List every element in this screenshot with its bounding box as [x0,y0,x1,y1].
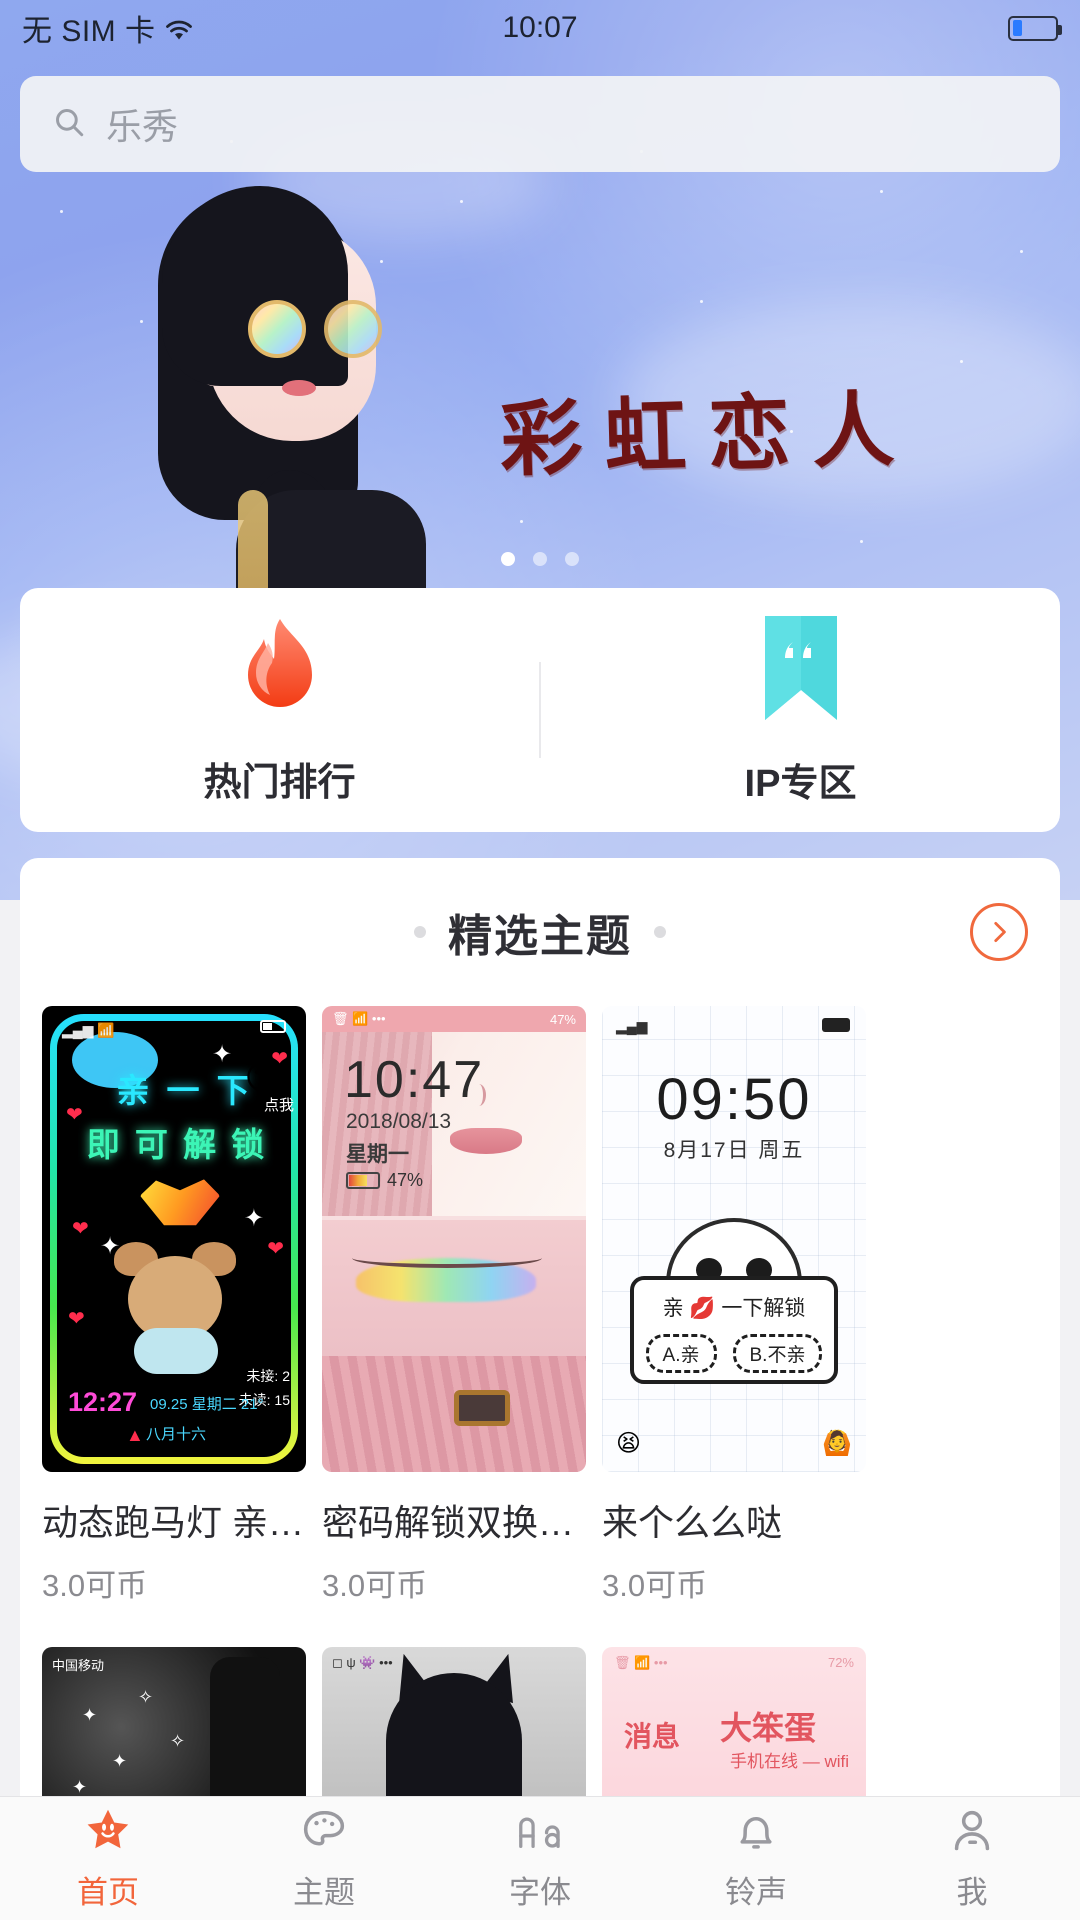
theme-thumbnail[interactable]: 🗑 📶 ••• 47% 10:47 2018/08/13 星期一 47% [322,1006,586,1472]
theme-title: 密码解锁双换图... [322,1502,586,1543]
theme-title: 来个么么哒 [602,1502,783,1543]
thumb-nickname: 大笨蛋 [720,1710,817,1746]
thumb-status-icons: ◻ ψ 👾 ••• [332,1655,393,1670]
shortcut-label: IP专区 [744,762,857,805]
search-icon [52,105,86,144]
thumb-status-left: 🗑 📶 ••• [332,1011,386,1026]
tab-label: 首页 [77,1875,139,1910]
thumb-subtitle: 手机在线 — wifi [730,1752,849,1771]
bear-mascot-decor [112,1242,238,1374]
banner-dot[interactable] [565,552,579,566]
featured-grid: ▂▄▆ 📶 亲 一 下 😘 点我 即 可 解 锁 ❤ ❤ ❤ ❤ ❤ ✦ ✦ ✦ [20,1006,1060,1847]
thumb-clock: 10:47 [344,1051,485,1109]
thumb-battery-row: 47% [346,1170,423,1191]
thumb-date: 8月17日 周五 [663,1139,805,1162]
section-dot-right [654,926,666,938]
search-input[interactable]: 乐秀 [106,98,178,150]
tab-label: 铃声 [725,1875,787,1910]
bottom-tab-bar: 首页 主题 字体 铃声 我 [0,1796,1080,1920]
theme-thumbnail[interactable]: ▂▄▆ 09:50 8月17日 周五 亲 💋 一下解锁 A.亲 B.不亲 😫 🙆 [602,1006,866,1472]
featured-themes-card: 精选主题 ▂▄▆ 📶 亲 一 下 😘 点我 即 可 解 锁 ❤ ❤ ❤ ❤ ❤ … [20,858,1060,1848]
banner-title: 彩虹恋人 [499,384,918,487]
thumb-dialog-options: A.亲 B.不亲 [634,1334,834,1373]
thumb-dialog-text: 亲 💋 一下解锁 [662,1297,806,1320]
thumb-clock: 09:50 [656,1067,812,1132]
bell-icon [730,1805,782,1857]
bookmark-quote-icon [759,614,843,724]
thumb-status-bar: 🗑 📶 ••• 47% [322,1006,586,1032]
shortcut-hot-ranking[interactable]: 热门排行 [20,615,539,806]
thumb-date: 2018/08/13 [346,1110,452,1133]
thumb-tap-label: 点我 [263,1097,294,1114]
theme-title: 动态跑马灯 亲亲... [42,1502,306,1543]
thumb-missed: 未接: 2 [246,1368,290,1384]
palette-icon [298,1805,350,1857]
tab-label: 字体 [509,1875,571,1910]
thumb-dialog: 亲 💋 一下解锁 A.亲 B.不亲 [630,1276,838,1384]
tab-label: 我 [956,1875,988,1910]
theme-tile[interactable]: ▂▄▆ 📶 亲 一 下 😘 点我 即 可 解 锁 ❤ ❤ ❤ ❤ ❤ ✦ ✦ ✦ [42,1006,306,1605]
theme-price: 3.0可币 [322,1568,428,1603]
star-face-icon [82,1805,134,1857]
theme-tile[interactable]: 🗑 📶 ••• 47% 10:47 2018/08/13 星期一 47% 密码解… [322,1006,586,1605]
status-bar: 无 SIM 卡 10:07 [0,0,1080,56]
search-bar[interactable]: 乐秀 [20,76,1060,172]
tab-themes[interactable]: 主题 [216,1805,432,1912]
thumb-battery-icon [260,1020,286,1033]
tab-fonts[interactable]: 字体 [432,1805,648,1912]
banner-dot[interactable] [533,552,547,566]
rainbow-glasses-icon [248,300,388,360]
battery-icon [1008,15,1062,41]
shortcut-ip-zone[interactable]: IP专区 [541,614,1060,807]
tab-label: 主题 [293,1875,355,1910]
thumb-status-pct: 47% [549,1011,576,1027]
thumb-status-icons: ▂▄▆ [616,1018,648,1034]
thumb-option-b[interactable]: B.不亲 [732,1334,823,1373]
person-icon [946,1805,998,1857]
thumb-lunar: 八月十六 [146,1426,207,1443]
thumb-date: 09.25 星期二 21° [150,1396,264,1413]
theme-price: 3.0可币 [602,1568,708,1603]
banner-pagination[interactable] [0,552,1080,566]
font-aa-icon [514,1805,566,1857]
thumb-status-icons: ▂▄▆ 📶 [62,1022,115,1038]
thumb-status-icons: 🗑 📶 ••• [614,1655,668,1670]
thumb-clock: 12:27 [68,1387,138,1417]
thumb-option-a[interactable]: A.亲 [645,1334,717,1373]
theme-tile[interactable]: ▂▄▆ 09:50 8月17日 周五 亲 💋 一下解锁 A.亲 B.不亲 😫 🙆… [602,1006,866,1605]
caret-decor: ▲ [126,1425,144,1445]
thumb-battery-icon [822,1018,850,1032]
section-dot-left [414,926,426,938]
thumb-battery-pct: 47% [387,1170,424,1190]
tab-me[interactable]: 我 [864,1805,1080,1912]
thumb-battery-pct: 72% [827,1655,854,1670]
shortcut-label: 热门排行 [203,761,356,804]
banner-illustration [150,186,440,675]
thumb-panel-eye [322,1220,586,1356]
chevron-right-circle-icon[interactable] [970,903,1028,961]
battery-icon [346,1172,380,1189]
shortcuts-card: 热门排行 IP专区 [20,588,1060,832]
thumb-msg-label: 消息 [624,1721,681,1752]
theme-price: 3.0可币 [42,1568,148,1603]
flame-icon [236,615,324,723]
thumb-line2: 即 可 解 锁 [86,1126,268,1163]
app-root: 彩虹恋人 无 SIM 卡 10:07 乐秀 热门排行 IP专区 精选主题 ▂▄▆… [0,0,1080,1920]
emoji-decor-right: 🙆 [822,1430,852,1457]
theme-thumbnail[interactable]: ▂▄▆ 📶 亲 一 下 😘 点我 即 可 解 锁 ❤ ❤ ❤ ❤ ❤ ✦ ✦ ✦ [42,1006,306,1472]
emoji-decor-left: 😫 [616,1430,642,1457]
section-title: 精选主题 [448,912,632,961]
tab-home[interactable]: 首页 [0,1805,216,1912]
tab-ringtones[interactable]: 铃声 [648,1805,864,1912]
status-right [1008,15,1062,41]
section-header: 精选主题 [20,858,1060,1006]
banner-dot[interactable] [501,552,515,566]
thumb-panel-hair [322,1356,586,1472]
thumb-weekday: 星期一 [346,1143,409,1166]
status-clock: 10:07 [502,11,578,44]
thumb-carrier: 中国移动 [52,1658,105,1673]
